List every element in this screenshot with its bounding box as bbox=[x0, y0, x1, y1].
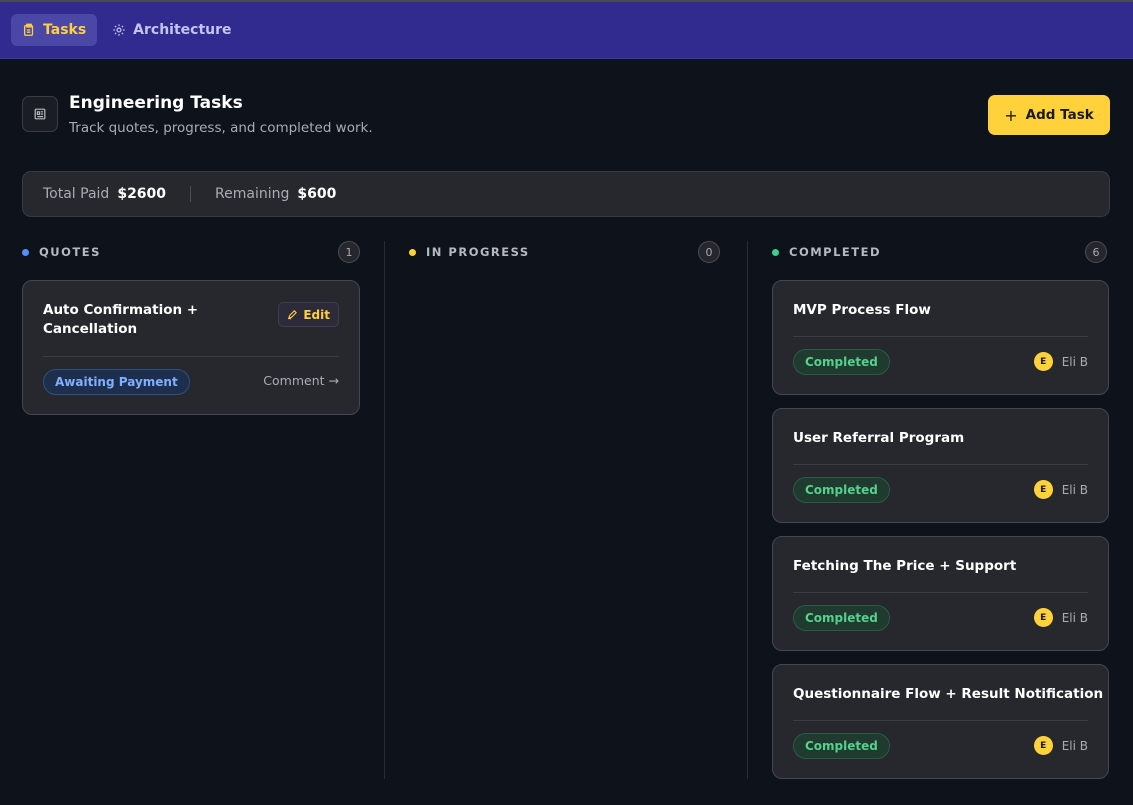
document-icon bbox=[34, 108, 46, 120]
assignee-name: Eli B bbox=[1061, 354, 1088, 369]
card-title: Questionnaire Flow + Result Notification bbox=[793, 686, 1104, 702]
edit-label: Edit bbox=[303, 307, 330, 322]
total-paid-value: $2600 bbox=[117, 186, 167, 202]
card-separator bbox=[793, 464, 1088, 465]
arrow-right-icon: → bbox=[328, 373, 339, 388]
edit-button[interactable]: Edit bbox=[278, 302, 339, 327]
tab-architecture-label: Architecture bbox=[133, 22, 232, 38]
assignee-name: Eli B bbox=[1061, 610, 1088, 625]
page-subtitle: Track quotes, progress, and completed wo… bbox=[69, 120, 373, 136]
assignee: E Eli B bbox=[1033, 480, 1088, 499]
column-count: 1 bbox=[338, 241, 360, 263]
avatar: E bbox=[1033, 352, 1053, 371]
status-badge: Awaiting Payment bbox=[43, 369, 190, 395]
task-card[interactable]: Auto Confirmation + Cancellation Edit Aw… bbox=[22, 280, 360, 415]
task-card[interactable]: Questionnaire Flow + Result Notification… bbox=[772, 664, 1109, 779]
column-count: 0 bbox=[698, 241, 720, 263]
card-title: Auto Confirmation + Cancellation bbox=[43, 302, 199, 337]
task-card[interactable]: MVP Process Flow Completed E Eli B bbox=[772, 280, 1109, 395]
column-title: IN PROGRESS bbox=[426, 245, 530, 259]
page-title: Engineering Tasks bbox=[69, 93, 243, 113]
remaining-label: Remaining bbox=[215, 186, 290, 202]
avatar: E bbox=[1033, 736, 1053, 755]
card-title: MVP Process Flow bbox=[793, 302, 931, 318]
clipboard-icon bbox=[23, 23, 34, 36]
top-nav: Tasks Architecture bbox=[0, 0, 1133, 59]
column-title: QUOTES bbox=[39, 245, 101, 259]
card-separator bbox=[43, 356, 339, 357]
pencil-icon bbox=[288, 310, 298, 320]
summary-divider bbox=[190, 186, 192, 202]
card-separator bbox=[793, 720, 1088, 721]
assignee-name: Eli B bbox=[1061, 482, 1088, 497]
column-divider bbox=[747, 241, 748, 779]
avatar: E bbox=[1033, 480, 1053, 499]
status-dot bbox=[409, 248, 416, 256]
plus-icon: + bbox=[1004, 105, 1018, 125]
column-divider bbox=[384, 241, 385, 779]
payment-summary: Total Paid $2600 Remaining $600 bbox=[22, 171, 1110, 217]
status-badge: Completed bbox=[793, 733, 890, 759]
status-badge: Completed bbox=[793, 349, 890, 375]
card-separator bbox=[793, 592, 1088, 593]
header-icon-box bbox=[22, 96, 58, 132]
comment-label: Comment bbox=[263, 373, 325, 388]
column-count: 6 bbox=[1085, 241, 1107, 263]
tab-architecture[interactable]: Architecture bbox=[101, 14, 242, 46]
remaining-value: $600 bbox=[297, 186, 337, 202]
assignee: E Eli B bbox=[1033, 608, 1088, 627]
status-badge: Completed bbox=[793, 477, 890, 503]
tab-tasks[interactable]: Tasks bbox=[11, 14, 98, 46]
status-badge: Completed bbox=[793, 605, 890, 631]
assignee: E Eli B bbox=[1033, 352, 1088, 371]
card-title: User Referral Program bbox=[793, 430, 965, 446]
card-title: Fetching The Price + Support bbox=[793, 558, 1017, 574]
assignee: E Eli B bbox=[1033, 736, 1088, 755]
status-dot bbox=[22, 248, 29, 256]
column-header-quotes: QUOTES bbox=[22, 241, 101, 263]
column-header-completed: COMPLETED bbox=[772, 241, 881, 263]
status-dot bbox=[772, 248, 779, 256]
task-card[interactable]: User Referral Program Completed E Eli B bbox=[772, 408, 1109, 523]
gear-icon bbox=[113, 24, 125, 36]
card-separator bbox=[793, 336, 1088, 337]
add-task-button[interactable]: + Add Task bbox=[988, 95, 1110, 135]
total-paid-label: Total Paid bbox=[43, 186, 110, 202]
comment-link[interactable]: Comment → bbox=[263, 373, 339, 388]
avatar: E bbox=[1033, 608, 1053, 627]
assignee-name: Eli B bbox=[1061, 738, 1088, 753]
column-title: COMPLETED bbox=[789, 245, 882, 259]
task-card[interactable]: Fetching The Price + Support Completed E… bbox=[772, 536, 1109, 651]
tab-tasks-label: Tasks bbox=[43, 22, 87, 38]
column-header-in-progress: IN PROGRESS bbox=[409, 241, 530, 263]
add-task-label: Add Task bbox=[1025, 107, 1094, 123]
